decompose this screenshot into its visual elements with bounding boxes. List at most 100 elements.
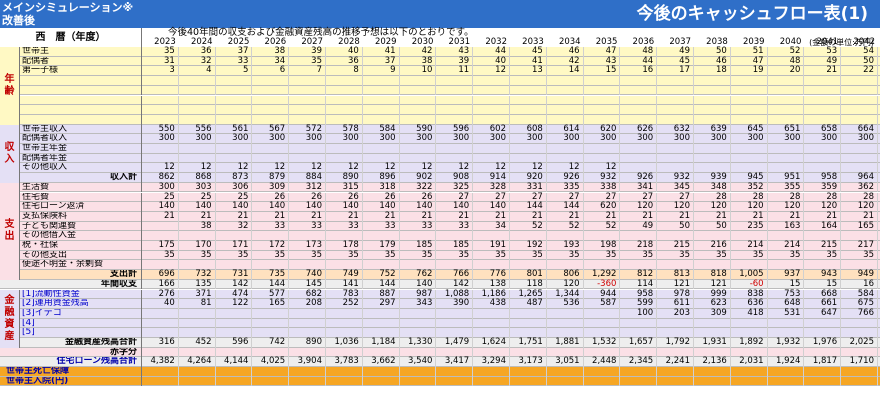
table-cell xyxy=(657,367,694,377)
table-cell xyxy=(436,105,474,115)
table-cell xyxy=(142,367,179,377)
table-cell xyxy=(547,367,584,377)
table-cell: 208 xyxy=(289,298,326,309)
table-cell xyxy=(731,95,768,106)
table-row: 税・社保 175 170 171 172 173 178 179 185 185 191 192 193… xyxy=(0,240,880,251)
table-cell xyxy=(142,95,179,106)
table-cell xyxy=(252,318,290,329)
table-cell: 14 xyxy=(547,66,584,77)
table-cell xyxy=(436,308,474,319)
table-cell xyxy=(326,318,363,329)
table-cell: 35 xyxy=(289,250,326,261)
table-note: 今後40年間の収支および金融資産残高の推移予想は以下のとおりです。 xyxy=(168,27,474,38)
table-cell: 35 xyxy=(768,250,805,261)
table-cell: 3,417 xyxy=(436,357,474,368)
table-cell: 766 xyxy=(841,308,878,319)
table-cell xyxy=(657,76,694,86)
table-cell xyxy=(547,85,584,96)
row-label: [4] xyxy=(20,318,142,329)
table-cell xyxy=(252,367,290,377)
table-cell xyxy=(289,105,326,115)
table-cell: 343 xyxy=(400,298,437,309)
section-label: 金融資産 xyxy=(0,289,20,348)
table-cell xyxy=(142,308,179,319)
table-cell xyxy=(216,367,253,377)
table-cell xyxy=(289,308,326,319)
table-cell: 35 xyxy=(731,250,768,261)
table-cell xyxy=(216,105,253,115)
table-cell: 20 xyxy=(768,66,805,77)
row-label: 年間収支 xyxy=(20,279,142,290)
table-cell: 300 xyxy=(510,134,547,144)
table-cell xyxy=(804,144,842,154)
table-cell: 17 xyxy=(657,66,694,77)
section-char: 支 xyxy=(4,219,15,231)
table-cell: 1,036 xyxy=(326,337,363,348)
table-cell xyxy=(547,144,584,154)
table-cell: 3,294 xyxy=(473,357,510,368)
table-cell xyxy=(473,144,510,154)
table-cell xyxy=(768,153,805,164)
table-cell: 52 xyxy=(510,221,547,232)
table-cell xyxy=(252,376,290,387)
table-cell: 33 xyxy=(400,221,437,232)
table-cell: 1,184 xyxy=(363,337,400,348)
table-cell xyxy=(510,318,547,329)
table-cell xyxy=(694,144,731,154)
table-cell: 1,751 xyxy=(510,337,547,348)
table-cell: 300 xyxy=(289,134,326,144)
row-label: 住宅ローン残高合計 xyxy=(0,357,142,368)
table-cell: 596 xyxy=(216,337,253,348)
row-label: 住宅ローン返済 xyxy=(20,202,142,212)
table-cell: 38 xyxy=(179,221,216,232)
table-cell xyxy=(473,85,510,96)
table-cell xyxy=(768,376,805,387)
table-cell xyxy=(400,76,437,86)
row-label: 世帯主年金 xyxy=(20,144,142,154)
table-cell xyxy=(657,85,694,96)
table-cell xyxy=(694,153,731,164)
table-cell xyxy=(731,367,768,377)
row-label: 支払保険料 xyxy=(20,211,142,222)
table-cell xyxy=(363,95,400,106)
table-cell xyxy=(620,144,658,154)
section-char: 出 xyxy=(4,231,15,243)
table-cell xyxy=(841,95,878,106)
row-label: その他支出 xyxy=(20,250,142,261)
row-label: [1]流動性資金 xyxy=(20,289,142,300)
table-cell xyxy=(142,85,179,96)
row-label: 収入計 xyxy=(20,173,142,183)
table-cell: 35 xyxy=(400,250,437,261)
table-cell xyxy=(510,308,547,319)
row-label xyxy=(20,114,142,125)
table-cell xyxy=(768,76,805,86)
table-cell: 52 xyxy=(547,221,584,232)
table-cell xyxy=(657,95,694,106)
table-cell: 4,025 xyxy=(252,357,290,368)
table-cell: 300 xyxy=(841,134,878,144)
row-label: 赤字分 xyxy=(20,347,142,358)
table-cell xyxy=(584,144,621,154)
table-cell: 35 xyxy=(510,250,547,261)
table-cell: 49 xyxy=(620,221,658,232)
table-cell xyxy=(363,76,400,86)
row-label: 子ども関連費 xyxy=(20,221,142,232)
table-cell: 300 xyxy=(363,134,400,144)
table-cell: 1,892 xyxy=(731,337,768,348)
table-cell: 1,330 xyxy=(400,337,437,348)
row-label: 生活費 xyxy=(20,182,142,193)
table-cell: 487 xyxy=(510,298,547,309)
table-cell xyxy=(216,144,253,154)
table-cell xyxy=(768,144,805,154)
table-cell xyxy=(289,318,326,329)
table-cell xyxy=(510,85,547,96)
table-row: [4] xyxy=(0,318,880,329)
table-row: 世帯主年金 xyxy=(0,144,880,154)
table-cell xyxy=(436,367,474,377)
table-cell xyxy=(363,376,400,387)
table-cell: 33 xyxy=(326,221,363,232)
table-cell xyxy=(584,308,621,319)
table-cell: 587 xyxy=(584,298,621,309)
table-cell xyxy=(657,153,694,164)
table-cell: 1,532 xyxy=(584,337,621,348)
